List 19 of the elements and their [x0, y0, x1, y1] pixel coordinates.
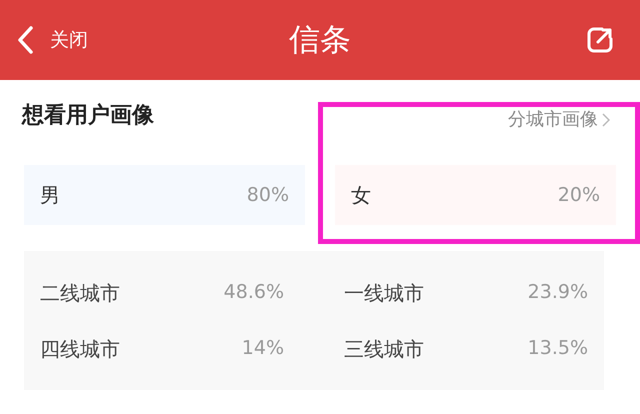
chevron-right-icon	[602, 112, 610, 126]
gender-percent: 20%	[558, 182, 600, 208]
gender-label: 男	[40, 182, 60, 209]
city-percent: 13.5%	[528, 336, 588, 362]
gender-label: 女	[351, 182, 371, 209]
section-title: 想看用户画像	[22, 102, 154, 130]
city-tier-label: 四线城市	[40, 336, 120, 362]
share-icon[interactable]	[586, 26, 614, 54]
close-button[interactable]: 关闭	[16, 25, 88, 55]
city-percent: 48.6%	[224, 280, 284, 306]
page-title: 信条	[289, 20, 351, 60]
city-portrait-link[interactable]: 分城市画像	[508, 98, 610, 133]
city-percent: 23.9%	[528, 280, 588, 306]
city-tier-label: 三线城市	[344, 336, 424, 362]
gender-percent: 80%	[246, 182, 289, 208]
back-icon	[16, 25, 34, 55]
city-percent: 14%	[242, 336, 284, 362]
city-tier-label: 二线城市	[40, 280, 120, 306]
city-tier-label: 一线城市	[344, 280, 424, 306]
